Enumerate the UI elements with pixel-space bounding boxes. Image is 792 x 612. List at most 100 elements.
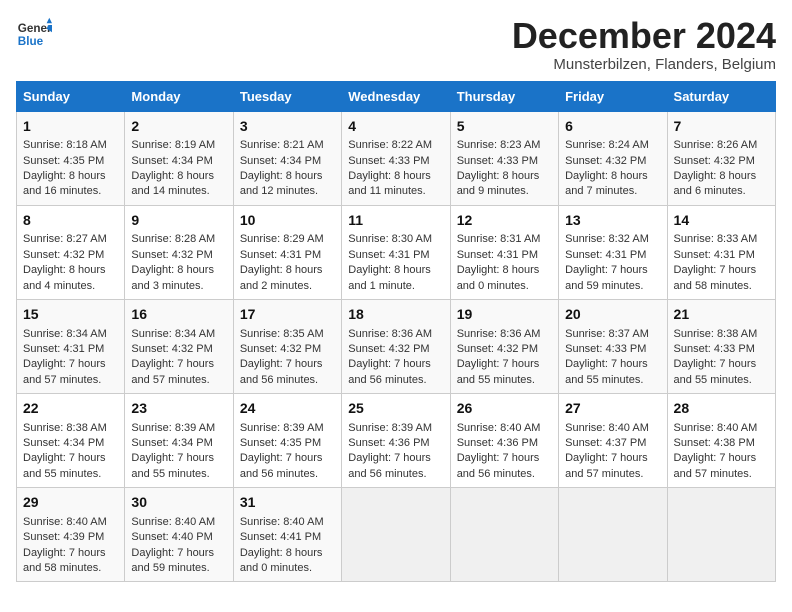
header-saturday: Saturday <box>667 81 775 111</box>
day-number: 8 <box>23 211 118 231</box>
sunrise-text: Sunrise: 8:40 AM <box>23 515 118 530</box>
daylight-label: Daylight: 8 hours and 0 minutes. <box>240 546 335 577</box>
day-number: 24 <box>240 399 335 419</box>
month-title: December 2024 <box>512 16 776 56</box>
calendar-cell: 28Sunrise: 8:40 AMSunset: 4:38 PMDayligh… <box>667 394 775 488</box>
sunset-text: Sunset: 4:32 PM <box>674 154 769 169</box>
sunrise-text: Sunrise: 8:28 AM <box>131 232 226 247</box>
sunset-text: Sunset: 4:35 PM <box>23 154 118 169</box>
calendar-cell: 12Sunrise: 8:31 AMSunset: 4:31 PMDayligh… <box>450 205 558 299</box>
sunset-text: Sunset: 4:32 PM <box>131 342 226 357</box>
sunrise-text: Sunrise: 8:19 AM <box>131 138 226 153</box>
day-number: 5 <box>457 117 552 137</box>
sunrise-text: Sunrise: 8:29 AM <box>240 232 335 247</box>
header-monday: Monday <box>125 81 233 111</box>
sunset-text: Sunset: 4:40 PM <box>131 530 226 545</box>
sunset-text: Sunset: 4:34 PM <box>131 154 226 169</box>
sunset-text: Sunset: 4:33 PM <box>674 342 769 357</box>
day-number: 9 <box>131 211 226 231</box>
calendar-cell: 20Sunrise: 8:37 AMSunset: 4:33 PMDayligh… <box>559 299 667 393</box>
sunrise-text: Sunrise: 8:34 AM <box>23 327 118 342</box>
daylight-label: Daylight: 8 hours and 3 minutes. <box>131 263 226 294</box>
day-number: 2 <box>131 117 226 137</box>
sunset-text: Sunset: 4:31 PM <box>565 248 660 263</box>
sunset-text: Sunset: 4:32 PM <box>565 154 660 169</box>
daylight-label: Daylight: 7 hours and 55 minutes. <box>131 451 226 482</box>
calendar-cell: 6Sunrise: 8:24 AMSunset: 4:32 PMDaylight… <box>559 111 667 205</box>
sunset-text: Sunset: 4:31 PM <box>348 248 443 263</box>
sunset-text: Sunset: 4:41 PM <box>240 530 335 545</box>
day-number: 25 <box>348 399 443 419</box>
sunset-text: Sunset: 4:31 PM <box>240 248 335 263</box>
daylight-label: Daylight: 7 hours and 55 minutes. <box>674 357 769 388</box>
header-friday: Friday <box>559 81 667 111</box>
sunset-text: Sunset: 4:32 PM <box>23 248 118 263</box>
calendar-cell: 22Sunrise: 8:38 AMSunset: 4:34 PMDayligh… <box>17 394 125 488</box>
calendar-cell: 26Sunrise: 8:40 AMSunset: 4:36 PMDayligh… <box>450 394 558 488</box>
day-number: 29 <box>23 493 118 513</box>
sunrise-text: Sunrise: 8:36 AM <box>348 327 443 342</box>
day-number: 3 <box>240 117 335 137</box>
daylight-label: Daylight: 7 hours and 56 minutes. <box>348 451 443 482</box>
daylight-label: Daylight: 8 hours and 12 minutes. <box>240 169 335 200</box>
daylight-label: Daylight: 7 hours and 55 minutes. <box>565 357 660 388</box>
logo-icon: General Blue <box>16 16 52 52</box>
day-number: 16 <box>131 305 226 325</box>
sunset-text: Sunset: 4:36 PM <box>457 436 552 451</box>
day-number: 7 <box>674 117 769 137</box>
day-number: 31 <box>240 493 335 513</box>
svg-text:Blue: Blue <box>18 35 44 48</box>
sunset-text: Sunset: 4:31 PM <box>674 248 769 263</box>
sunrise-text: Sunrise: 8:39 AM <box>348 421 443 436</box>
daylight-label: Daylight: 8 hours and 0 minutes. <box>457 263 552 294</box>
sunrise-text: Sunrise: 8:31 AM <box>457 232 552 247</box>
daylight-label: Daylight: 7 hours and 57 minutes. <box>131 357 226 388</box>
sunset-text: Sunset: 4:33 PM <box>348 154 443 169</box>
calendar-cell: 18Sunrise: 8:36 AMSunset: 4:32 PMDayligh… <box>342 299 450 393</box>
location-title: Munsterbilzen, Flanders, Belgium <box>512 56 776 73</box>
header: General Blue December 2024 Munsterbilzen… <box>16 16 776 73</box>
calendar-cell: 30Sunrise: 8:40 AMSunset: 4:40 PMDayligh… <box>125 488 233 582</box>
sunset-text: Sunset: 4:34 PM <box>131 436 226 451</box>
calendar-cell: 17Sunrise: 8:35 AMSunset: 4:32 PMDayligh… <box>233 299 341 393</box>
sunset-text: Sunset: 4:34 PM <box>23 436 118 451</box>
calendar-cell: 14Sunrise: 8:33 AMSunset: 4:31 PMDayligh… <box>667 205 775 299</box>
sunrise-text: Sunrise: 8:30 AM <box>348 232 443 247</box>
daylight-label: Daylight: 7 hours and 55 minutes. <box>23 451 118 482</box>
sunset-text: Sunset: 4:37 PM <box>565 436 660 451</box>
logo: General Blue <box>16 16 52 52</box>
calendar-cell: 5Sunrise: 8:23 AMSunset: 4:33 PMDaylight… <box>450 111 558 205</box>
day-number: 30 <box>131 493 226 513</box>
calendar-cell <box>342 488 450 582</box>
calendar-table: SundayMondayTuesdayWednesdayThursdayFrid… <box>16 81 776 583</box>
sunset-text: Sunset: 4:32 PM <box>131 248 226 263</box>
daylight-label: Daylight: 8 hours and 1 minute. <box>348 263 443 294</box>
calendar-cell: 23Sunrise: 8:39 AMSunset: 4:34 PMDayligh… <box>125 394 233 488</box>
sunset-text: Sunset: 4:31 PM <box>457 248 552 263</box>
daylight-label: Daylight: 8 hours and 4 minutes. <box>23 263 118 294</box>
calendar-cell <box>559 488 667 582</box>
sunset-text: Sunset: 4:36 PM <box>348 436 443 451</box>
calendar-cell <box>450 488 558 582</box>
sunset-text: Sunset: 4:35 PM <box>240 436 335 451</box>
sunrise-text: Sunrise: 8:40 AM <box>457 421 552 436</box>
sunrise-text: Sunrise: 8:37 AM <box>565 327 660 342</box>
day-number: 18 <box>348 305 443 325</box>
day-number: 28 <box>674 399 769 419</box>
sunrise-text: Sunrise: 8:38 AM <box>23 421 118 436</box>
daylight-label: Daylight: 8 hours and 14 minutes. <box>131 169 226 200</box>
sunrise-text: Sunrise: 8:33 AM <box>674 232 769 247</box>
calendar-cell: 24Sunrise: 8:39 AMSunset: 4:35 PMDayligh… <box>233 394 341 488</box>
sunset-text: Sunset: 4:33 PM <box>565 342 660 357</box>
daylight-label: Daylight: 7 hours and 57 minutes. <box>23 357 118 388</box>
sunrise-text: Sunrise: 8:40 AM <box>240 515 335 530</box>
header-thursday: Thursday <box>450 81 558 111</box>
day-number: 4 <box>348 117 443 137</box>
daylight-label: Daylight: 8 hours and 7 minutes. <box>565 169 660 200</box>
sunrise-text: Sunrise: 8:34 AM <box>131 327 226 342</box>
daylight-label: Daylight: 8 hours and 9 minutes. <box>457 169 552 200</box>
day-number: 23 <box>131 399 226 419</box>
calendar-cell: 3Sunrise: 8:21 AMSunset: 4:34 PMDaylight… <box>233 111 341 205</box>
day-number: 19 <box>457 305 552 325</box>
calendar-cell: 31 Sunrise: 8:40 AMSunset: 4:41 PMDayligh… <box>233 488 341 582</box>
